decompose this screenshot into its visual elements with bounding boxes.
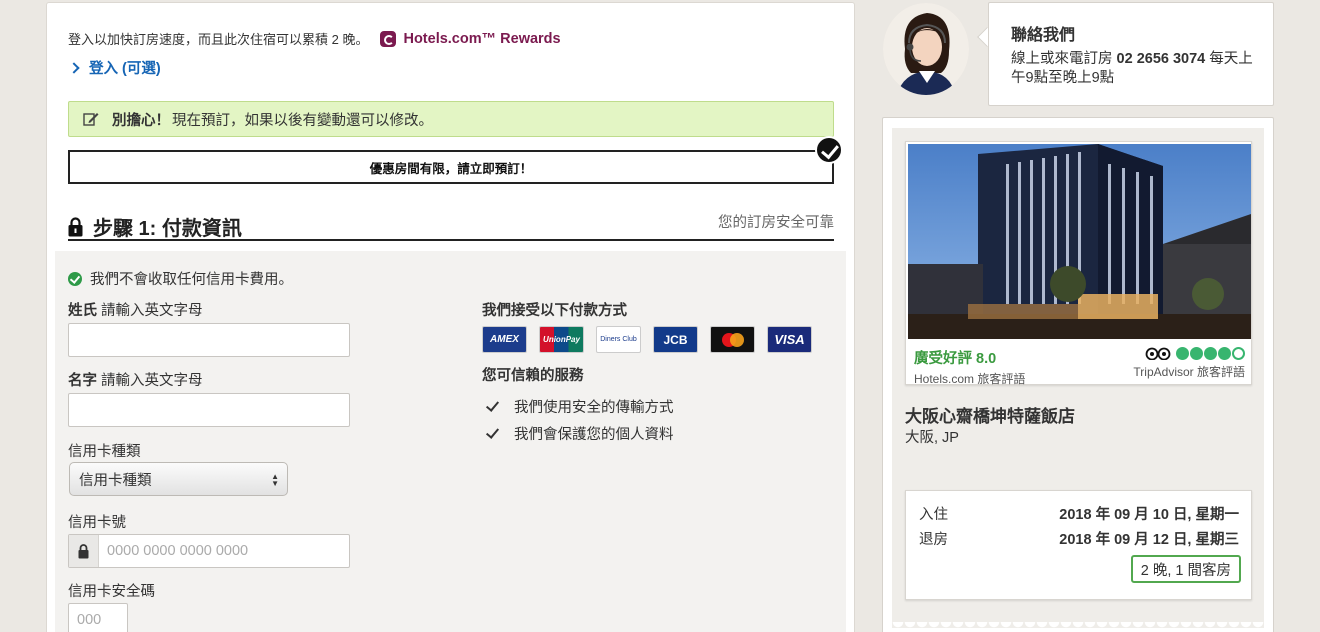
rating-bubble-icon — [1190, 347, 1203, 360]
rating-bubble-icon — [1176, 347, 1189, 360]
hotel-name: 大阪心齋橋坤特薩飯店 — [905, 407, 1075, 426]
given-name-label-text: 名字 — [68, 373, 97, 389]
step-title: 步驟 1: 付款資訊 — [68, 212, 242, 241]
rewards-icon — [380, 30, 397, 47]
urgency-banner: 優惠房間有限，請立即預訂！ — [68, 150, 834, 184]
card-logos: AMEX UnionPay Diners Club JCB VISA — [482, 326, 824, 353]
card-type-label: 信用卡種類 — [68, 444, 141, 460]
payment-methods-heading: 我們接受以下付款方式 — [482, 303, 627, 319]
rating-source: Hotels.com 旅客評語 — [914, 372, 1026, 386]
card-number-label: 信用卡號 — [68, 515, 126, 531]
nights-rooms-badge: 2 晚, 1 間客房 — [1130, 555, 1241, 583]
amex-logo: AMEX — [482, 326, 527, 353]
trust-item-text: 我們使用安全的傳輸方式 — [514, 400, 674, 416]
rating-bubble-icon — [1218, 347, 1231, 360]
hotel-summary-inner: 廣受好評 8.0 Hotels.com 旅客評語 TripAdvisor 旅客評… — [892, 128, 1264, 628]
hotel-location: 大阪, JP — [905, 430, 959, 446]
jcb-logo: JCB — [653, 326, 698, 353]
checkmark-icon — [485, 424, 500, 439]
cvv-input[interactable]: 000 — [68, 603, 128, 632]
signin-link[interactable]: 登入 (可選) — [68, 57, 161, 78]
cvv-label: 信用卡安全碼 — [68, 584, 155, 600]
support-agent-avatar — [883, 3, 969, 95]
no-charge-text: 我們不會收取任何信用卡費用。 — [90, 272, 293, 288]
cvv-placeholder: 000 — [77, 612, 102, 628]
signin-link-label: 登入 (可選) — [89, 61, 161, 77]
card-type-selected: 信用卡種類 — [79, 472, 152, 489]
checkout-row: 退房 2018 年 09 月 12 日, 星期三 — [919, 528, 1239, 549]
agent-image — [883, 3, 969, 95]
mastercard-logo — [710, 326, 755, 353]
notice-text: 現在預訂，如果以後有變動還可以修改。 — [172, 112, 433, 129]
hotel-building-image — [908, 144, 1251, 339]
contact-text: 線上或來電訂房 02 2656 3074 每天上午9點至晚上9點 — [1011, 50, 1261, 88]
booking-panel: 登入以加快訂房速度，而且此次住宿可以累積 2 晚。 Hotels.com™ Re… — [46, 2, 855, 632]
rewards-badge: Hotels.com™ Rewards — [380, 30, 561, 47]
surname-label: 姓氏 請輸入英文字母 — [68, 299, 203, 320]
given-name-input[interactable] — [68, 393, 350, 427]
rating-score: 廣受好評 8.0 — [914, 351, 997, 367]
card-type-select[interactable]: 信用卡種類 ▲ ▼ — [69, 462, 288, 496]
hotel-summary: 廣受好評 8.0 Hotels.com 旅客評語 TripAdvisor 旅客評… — [882, 117, 1274, 632]
surname-hint: 請輸入英文字母 — [101, 303, 203, 319]
checkout-value: 2018 年 09 月 12 日, 星期三 — [1059, 532, 1239, 548]
tripadvisor-bubbles — [1133, 347, 1245, 360]
hotels-rating: 廣受好評 8.0 Hotels.com 旅客評語 — [914, 347, 1025, 387]
given-name-label: 名字 請輸入英文字母 — [68, 369, 203, 390]
checkin-value: 2018 年 09 月 10 日, 星期一 — [1059, 507, 1239, 523]
checkmark-icon — [485, 397, 500, 412]
trust-item: 我們使用安全的傳輸方式 — [485, 396, 674, 417]
trust-item-text: 我們會保護您的個人資料 — [514, 427, 674, 443]
surname-input[interactable] — [68, 323, 350, 357]
contact-box: 聯絡我們 線上或來電訂房 02 2656 3074 每天上午9點至晚上9點 — [988, 2, 1274, 106]
lock-icon — [78, 543, 89, 558]
stay-dates: 入住 2018 年 09 月 10 日, 星期一 退房 2018 年 09 月 … — [905, 490, 1252, 600]
urgency-text: 優惠房間有限，請立即預訂！ — [369, 161, 533, 176]
rating-bubble-empty-icon — [1232, 347, 1245, 360]
check-circle-icon — [815, 136, 843, 164]
trust-heading: 您可信賴的服務 — [482, 368, 584, 384]
trust-item: 我們會保護您的個人資料 — [485, 423, 674, 444]
signin-prompt: 登入以加快訂房速度，而且此次住宿可以累積 2 晚。 Hotels.com™ Re… — [68, 29, 561, 48]
hotel-card: 廣受好評 8.0 Hotels.com 旅客評語 TripAdvisor 旅客評… — [905, 141, 1252, 387]
contact-phone: 02 2656 3074 — [1116, 51, 1206, 67]
rewards-label: Hotels.com™ Rewards — [403, 30, 561, 47]
no-worry-notice: 別擔心！ 現在預訂，如果以後有變動還可以修改。 — [68, 101, 834, 137]
payment-form: 我們不會收取任何信用卡費用。 姓氏 請輸入英文字母 名字 請輸入英文字母 信用卡… — [55, 251, 846, 632]
edit-icon — [83, 113, 99, 126]
contact-title: 聯絡我們 — [1011, 27, 1076, 44]
mastercard-icon — [721, 332, 744, 347]
notice-bold: 別擔心！ — [112, 112, 170, 129]
card-lock-box — [69, 535, 99, 567]
nights-rooms-text: 2 晚, 1 間客房 — [1140, 562, 1231, 579]
check-circle-icon — [68, 271, 82, 286]
card-number-placeholder: 0000 0000 0000 0000 — [107, 543, 249, 559]
ticket-edge — [892, 622, 1264, 632]
tripadvisor-owl-icon — [1145, 347, 1171, 360]
tripadvisor-source: TripAdvisor 旅客評語 — [1133, 365, 1245, 379]
secure-text: 您的訂房安全可靠 — [718, 215, 834, 231]
visa-logo: VISA — [767, 326, 812, 353]
step-title-text: 步驟 1: 付款資訊 — [93, 218, 242, 240]
signin-prompt-text: 登入以加快訂房速度，而且此次住宿可以累積 2 晚。 — [68, 32, 369, 47]
lock-icon — [68, 216, 83, 236]
step-header: 步驟 1: 付款資訊 您的訂房安全可靠 — [68, 209, 834, 241]
no-charge-notice: 我們不會收取任何信用卡費用。 — [68, 268, 293, 289]
checkout-label: 退房 — [919, 532, 948, 548]
unionpay-logo: UnionPay — [539, 326, 584, 353]
given-name-hint: 請輸入英文字母 — [101, 373, 203, 389]
checkin-row: 入住 2018 年 09 月 10 日, 星期一 — [919, 503, 1239, 524]
card-number-input[interactable]: 0000 0000 0000 0000 — [68, 534, 350, 568]
rating-bubble-icon — [1204, 347, 1217, 360]
hotel-photo — [908, 144, 1251, 339]
surname-label-text: 姓氏 — [68, 303, 97, 319]
select-arrows-icon: ▲ ▼ — [271, 472, 279, 488]
contact-prefix: 線上或來電訂房 — [1011, 51, 1113, 67]
tripadvisor-rating: TripAdvisor 旅客評語 — [1133, 347, 1245, 380]
diners-club-logo: Diners Club — [596, 326, 641, 353]
checkin-label: 入住 — [919, 507, 948, 523]
chevron-right-icon — [68, 61, 80, 74]
